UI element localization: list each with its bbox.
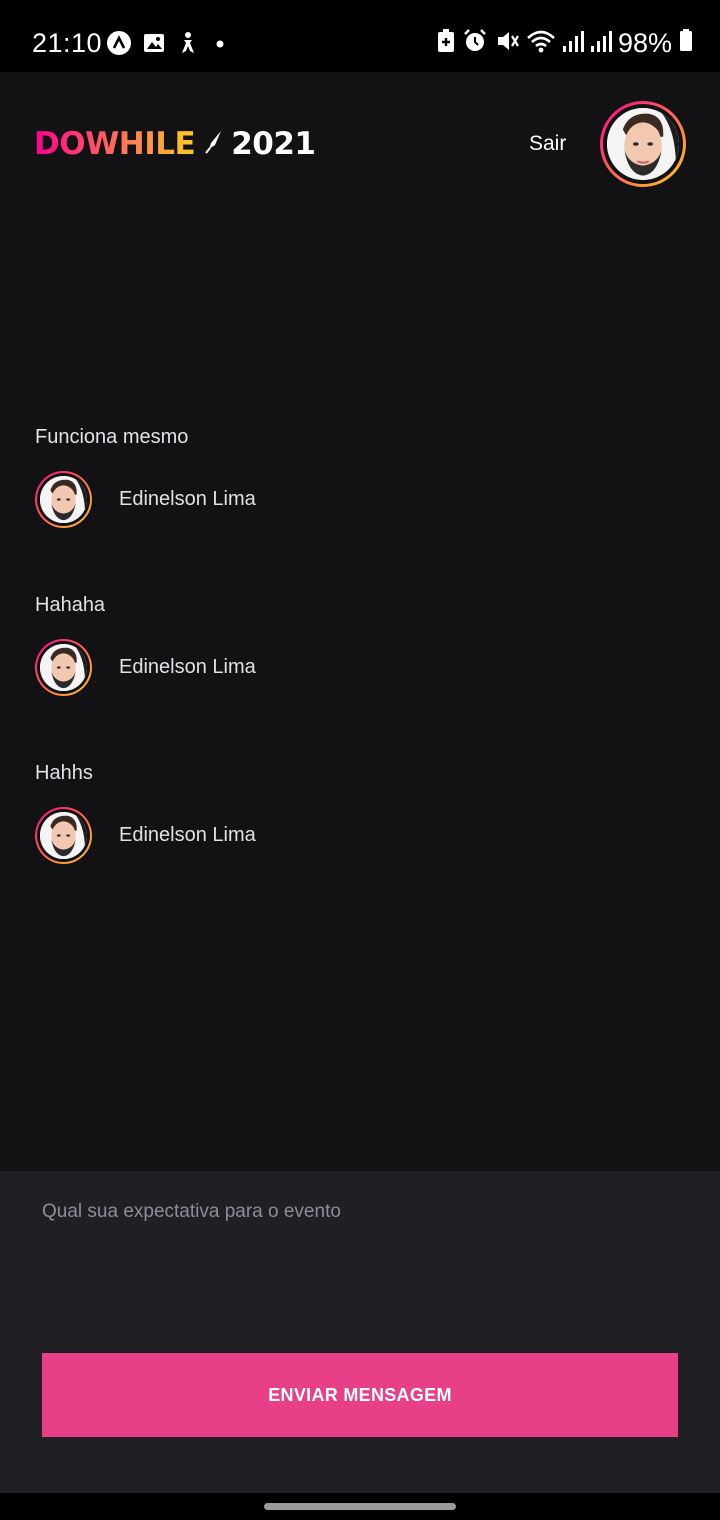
rocket-icon bbox=[203, 129, 223, 160]
gallery-icon bbox=[142, 31, 166, 60]
avatar-image bbox=[40, 812, 87, 859]
message-avatar bbox=[35, 807, 92, 864]
message-user: Edinelson Lima bbox=[35, 807, 685, 864]
dowhile-logo: DOWHILE 2021 bbox=[34, 126, 316, 162]
navigation-bar bbox=[0, 1493, 720, 1520]
send-message-form: ENVIAR MENSAGEM bbox=[0, 1171, 720, 1493]
avatar-image bbox=[40, 644, 87, 691]
battery-percent: 98% bbox=[617, 28, 672, 58]
message-item: Hahaha Edinelson Lima bbox=[35, 593, 685, 696]
avatar-image bbox=[40, 476, 87, 523]
message-user: Edinelson Lima bbox=[35, 639, 685, 696]
message-avatar bbox=[35, 471, 92, 528]
wifi-icon bbox=[526, 28, 556, 59]
message-user: Edinelson Lima bbox=[35, 471, 685, 528]
dot-icon bbox=[210, 31, 230, 60]
battery-icon bbox=[678, 28, 694, 59]
message-text: Hahaha bbox=[35, 594, 106, 616]
message-item: Hahhs Edinelson Lima bbox=[35, 761, 685, 864]
avatar-image bbox=[607, 108, 679, 180]
message-user-name: Edinelson Lima bbox=[119, 656, 256, 678]
logo-dowhile-text: DOWHILE bbox=[34, 126, 196, 162]
message-item: Funciona mesmo Edinelson Lima bbox=[35, 425, 685, 528]
signal-icon bbox=[590, 28, 612, 59]
send-message-button[interactable]: ENVIAR MENSAGEM bbox=[42, 1353, 678, 1437]
accessibility-icon bbox=[176, 31, 200, 60]
status-system-icons: 98% bbox=[436, 28, 694, 59]
message-user-name: Edinelson Lima bbox=[119, 824, 256, 846]
status-bar: 21:10 98% bbox=[0, 0, 720, 72]
message-avatar bbox=[35, 639, 92, 696]
user-avatar[interactable] bbox=[600, 101, 686, 187]
message-user-name: Edinelson Lima bbox=[119, 488, 256, 510]
status-notification-icons bbox=[106, 30, 230, 61]
signal-icon bbox=[562, 28, 584, 59]
logo-year-text: 2021 bbox=[231, 126, 316, 162]
message-input[interactable] bbox=[42, 1201, 678, 1351]
battery-saver-icon bbox=[436, 28, 456, 59]
message-text: Funciona mesmo bbox=[35, 426, 189, 448]
home-indicator[interactable] bbox=[264, 1503, 456, 1510]
mute-icon bbox=[494, 28, 520, 59]
status-time: 21:10 bbox=[32, 28, 103, 58]
message-text: Hahhs bbox=[35, 762, 93, 784]
signout-button[interactable]: Sair bbox=[529, 132, 566, 156]
app-notification-icon bbox=[106, 30, 132, 61]
alarm-icon bbox=[462, 28, 488, 59]
